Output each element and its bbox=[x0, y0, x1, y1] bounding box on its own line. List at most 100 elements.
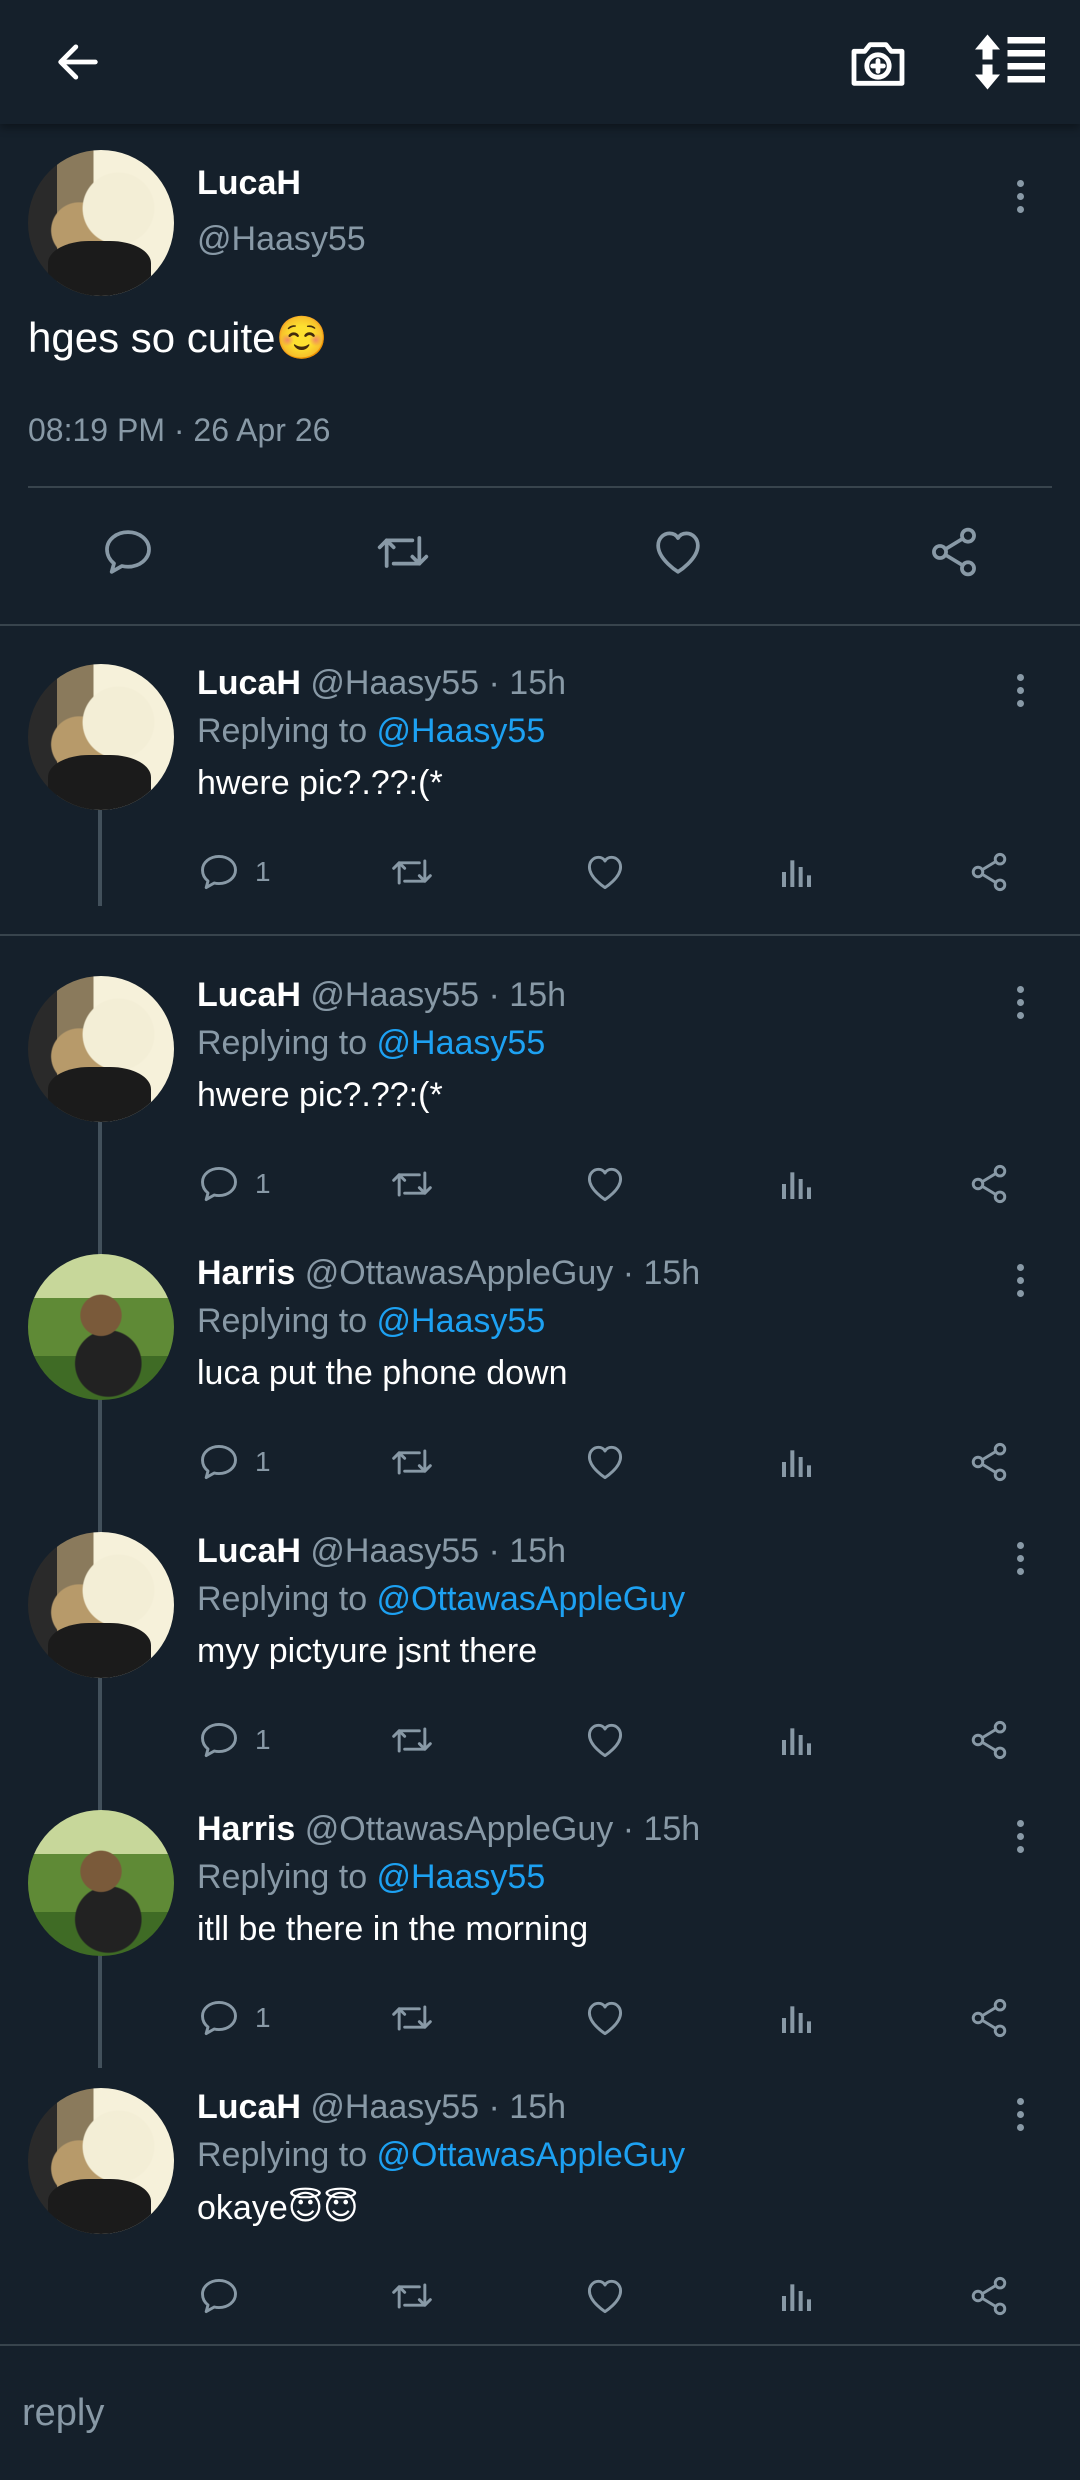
more-options-button[interactable] bbox=[1000, 1806, 1040, 1866]
stats-button[interactable] bbox=[777, 1432, 817, 1492]
share-button[interactable] bbox=[967, 1154, 1011, 1214]
reply-tweet: LucaH @Haasy55 · 15h Replying to @Haasy55… bbox=[0, 936, 1080, 1214]
reply-tweet: LucaH @Haasy55 · 15h Replying to @Ottawas… bbox=[0, 2048, 1080, 2326]
retweet-button[interactable] bbox=[387, 1432, 437, 1492]
author-meta[interactable]: @OttawasAppleGuy · 15h bbox=[305, 1254, 700, 1292]
reply-button[interactable] bbox=[100, 524, 156, 580]
reply-button[interactable]: 1 bbox=[197, 1432, 271, 1492]
share-button[interactable] bbox=[967, 1432, 1011, 1492]
retweet-button[interactable] bbox=[387, 1710, 437, 1770]
author-name[interactable]: LucaH bbox=[197, 976, 301, 1014]
more-options-button[interactable] bbox=[1000, 660, 1040, 720]
retweet-button[interactable] bbox=[387, 842, 437, 902]
sort-list-icon bbox=[975, 34, 1045, 90]
author-name[interactable]: LucaH bbox=[197, 164, 301, 203]
reply-button[interactable] bbox=[197, 2266, 255, 2326]
stats-icon bbox=[782, 860, 811, 887]
more-options-button[interactable] bbox=[1000, 1528, 1040, 1588]
more-options-button[interactable] bbox=[1000, 972, 1040, 1032]
stats-button[interactable] bbox=[777, 1710, 817, 1770]
main-tweet: LucaH @Haasy55 hges so cuite☺️ 08:19 PM … bbox=[0, 124, 1080, 626]
reply-text: hwere pic?.??:(* bbox=[197, 1076, 443, 1114]
mention-link[interactable]: @OttawasAppleGuy bbox=[377, 2136, 686, 2174]
reply-button[interactable]: 1 bbox=[197, 1988, 271, 2048]
reply-text: okaye😇😇 bbox=[197, 2189, 359, 2227]
share-button[interactable] bbox=[967, 2266, 1011, 2326]
like-button[interactable] bbox=[583, 1988, 627, 2048]
author-name[interactable]: LucaH bbox=[197, 664, 301, 702]
mention-link[interactable]: @Haasy55 bbox=[377, 712, 546, 750]
avatar[interactable] bbox=[28, 1532, 174, 1678]
share-icon bbox=[971, 852, 1007, 892]
more-vert-icon bbox=[1016, 998, 1024, 1006]
reply-count: 1 bbox=[255, 1446, 271, 1477]
share-button[interactable] bbox=[926, 524, 982, 580]
action-row bbox=[197, 2266, 1037, 2326]
avatar[interactable] bbox=[28, 150, 174, 296]
stats-button[interactable] bbox=[777, 1988, 817, 2048]
reply-button[interactable]: 1 bbox=[197, 842, 271, 902]
author-name[interactable]: Harris bbox=[197, 1810, 295, 1848]
reply-button[interactable]: 1 bbox=[197, 1710, 271, 1770]
author-name[interactable]: LucaH bbox=[197, 1532, 301, 1570]
comment-icon bbox=[201, 854, 237, 890]
mention-link[interactable]: @Haasy55 bbox=[377, 1858, 546, 1896]
avatar[interactable] bbox=[28, 664, 174, 810]
author-name[interactable]: LucaH bbox=[197, 2088, 301, 2126]
heart-icon bbox=[587, 2279, 623, 2314]
more-vert-icon bbox=[1016, 192, 1024, 200]
mention-link[interactable]: @Haasy55 bbox=[377, 1302, 546, 1340]
reply-count: 1 bbox=[255, 1168, 271, 1199]
share-button[interactable] bbox=[967, 842, 1011, 902]
author-meta[interactable]: @Haasy55 · 15h bbox=[310, 2088, 566, 2126]
add-photo-button[interactable] bbox=[828, 12, 928, 112]
reply-tweet: Harris @OttawasAppleGuy · 15h Replying to… bbox=[0, 1770, 1080, 2048]
like-button[interactable] bbox=[583, 842, 627, 902]
retweet-button[interactable] bbox=[387, 1154, 437, 1214]
action-row: 1 bbox=[197, 1154, 1037, 1214]
stats-button[interactable] bbox=[777, 842, 817, 902]
author-handle[interactable]: @Haasy55 bbox=[197, 220, 366, 259]
author-meta[interactable]: @Haasy55 · 15h bbox=[310, 1532, 566, 1570]
more-options-button[interactable] bbox=[1000, 1250, 1040, 1310]
avatar[interactable] bbox=[28, 1810, 174, 1956]
retweet-button[interactable] bbox=[387, 1988, 437, 2048]
share-button[interactable] bbox=[967, 1710, 1011, 1770]
stats-button[interactable] bbox=[777, 2266, 817, 2326]
stats-button[interactable] bbox=[777, 1154, 817, 1214]
like-button[interactable] bbox=[583, 1154, 627, 1214]
sort-button[interactable] bbox=[960, 12, 1060, 112]
mention-link[interactable]: @OttawasAppleGuy bbox=[377, 1580, 686, 1618]
reply-input[interactable] bbox=[0, 2346, 1080, 2480]
more-options-button[interactable] bbox=[1000, 2084, 1040, 2144]
mention-link[interactable]: @Haasy55 bbox=[377, 1024, 546, 1062]
reply-button[interactable]: 1 bbox=[197, 1154, 271, 1214]
arrow-left-icon bbox=[58, 44, 98, 80]
reply-composer bbox=[0, 2344, 1080, 2480]
heart-icon bbox=[587, 1445, 623, 1480]
retweet-button[interactable] bbox=[372, 524, 434, 580]
author-meta[interactable]: @Haasy55 · 15h bbox=[310, 976, 566, 1014]
reply-text: myy pictyure jsnt there bbox=[197, 1632, 538, 1670]
author-name[interactable]: Harris bbox=[197, 1254, 295, 1292]
comment-icon bbox=[201, 2278, 237, 2314]
author-meta[interactable]: @Haasy55 · 15h bbox=[310, 664, 566, 702]
avatar[interactable] bbox=[28, 976, 174, 1122]
like-button[interactable] bbox=[650, 524, 706, 580]
avatar[interactable] bbox=[28, 2088, 174, 2234]
retweet-icon bbox=[392, 1171, 432, 1197]
retweet-button[interactable] bbox=[387, 2266, 437, 2326]
avatar[interactable] bbox=[28, 1254, 174, 1400]
heart-icon bbox=[656, 531, 700, 574]
divider bbox=[28, 486, 1052, 488]
author-meta[interactable]: @OttawasAppleGuy · 15h bbox=[305, 1810, 700, 1848]
like-button[interactable] bbox=[583, 2266, 627, 2326]
like-button[interactable] bbox=[583, 1710, 627, 1770]
comment-icon bbox=[201, 1722, 237, 1758]
back-button[interactable] bbox=[28, 12, 128, 112]
share-button[interactable] bbox=[967, 1988, 1011, 2048]
more-options-button[interactable] bbox=[1000, 166, 1040, 226]
like-button[interactable] bbox=[583, 1432, 627, 1492]
replying-to-label: Replying to bbox=[197, 1580, 377, 1618]
stats-icon bbox=[782, 1172, 811, 1199]
